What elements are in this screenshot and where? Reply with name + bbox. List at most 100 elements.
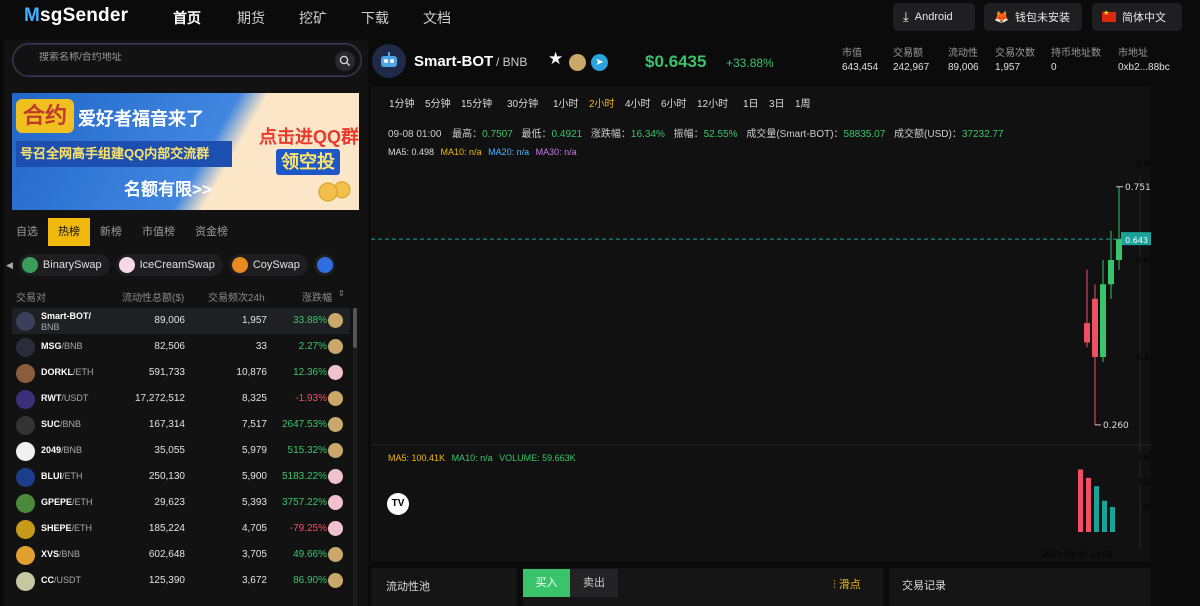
pair-base: RWT [41, 393, 62, 403]
banner-subline: 号召全网高手组建QQ内部交流群 [16, 141, 232, 167]
table-row[interactable]: Smart-BOT/BNB 89,006 1,957 33.88% [12, 308, 350, 334]
nav-mining[interactable]: 挖矿 [299, 8, 327, 28]
banner-limited: 名额有限>> [124, 180, 212, 199]
language-select[interactable]: 简体中文 [1092, 3, 1182, 31]
pair-quote: /BNB [59, 549, 81, 559]
token-icon [16, 390, 35, 409]
coyswap-icon [231, 257, 248, 273]
nav-download[interactable]: 下载 [361, 8, 389, 28]
nav-docs[interactable]: 文档 [423, 8, 451, 28]
pair-quote: /BNB [60, 419, 82, 429]
chip-icecreamswap[interactable]: IceCreamSwap [115, 254, 223, 276]
col-change[interactable]: 涨跌幅 [302, 289, 332, 304]
change-cell: -79.25% [289, 523, 327, 534]
volume-bar [1086, 477, 1091, 532]
trade-panel: 买入 卖出 ⫶ 滑点 [523, 568, 883, 606]
scrollbar-thumb[interactable] [353, 308, 357, 348]
search-input[interactable] [39, 52, 319, 63]
coins-icon [312, 181, 352, 203]
token-price: $0.6435 [645, 52, 707, 71]
pair-base: SUC [41, 419, 61, 429]
volume-bar [1102, 500, 1107, 532]
pair-base: BLUI [41, 471, 62, 481]
chain-icon [328, 313, 343, 328]
frequency-cell: 8,325 [241, 393, 267, 404]
banner-headline: 爱好者福音来了 [78, 109, 204, 129]
candlestick-chart[interactable]: 0.800 0.600 0.400 0.643 0.751 0.260 180K 120K 60… [371, 86, 1151, 562]
change-cell: 49.66% [293, 549, 327, 560]
chip-coyswap[interactable]: CoySwap [228, 254, 308, 276]
nav-home[interactable]: 首页 [173, 8, 201, 28]
search-box [12, 43, 362, 77]
chart-panel: 1分钟 5分钟 15分钟 30分钟 1小时 2小时 4小时 6小时 12小时 1日 3日 1周 09-… [371, 86, 1151, 562]
buy-tab[interactable]: 买入 [523, 569, 570, 597]
tab-funds[interactable]: 资金榜 [185, 218, 238, 246]
stat-value: 242,967 [893, 62, 930, 73]
promo-banner[interactable]: 合约 爱好者福音来了 号召全网高手组建QQ内部交流群 名额有限>> 点击进QQ群… [12, 93, 359, 210]
volume-tick-label: 180K [1138, 453, 1151, 462]
chain-icon [328, 495, 343, 510]
logo[interactable]: MsgSender [24, 5, 128, 27]
frequency-cell: 3,672 [241, 575, 267, 586]
tab-hot[interactable]: 热榜 [48, 218, 90, 246]
price-tick-label: 0.400 [1136, 353, 1151, 362]
table-row[interactable]: BLUI/ETH 250,130 5,900 5183.22% [12, 464, 350, 490]
table-row[interactable]: SUC/BNB 167,314 7,517 2647.53% [12, 412, 350, 438]
table-row[interactable]: SHEPE/ETH 185,224 4,705 -79.25% [12, 516, 350, 542]
liquidity-cell: 167,314 [148, 419, 185, 430]
sort-icon[interactable]: ⇕ [338, 289, 345, 298]
tab-favorites[interactable]: 自选 [6, 218, 48, 246]
frequency-cell: 5,900 [241, 471, 267, 482]
telegram-icon[interactable]: ➤ [591, 54, 608, 71]
search-icon[interactable] [335, 51, 355, 71]
low-label: 0.260 [1103, 421, 1129, 431]
trade-records-panel: 交易记录 [889, 568, 1151, 606]
frequency-cell: 1,957 [241, 315, 267, 326]
tab-new[interactable]: 新榜 [90, 218, 132, 246]
tradingview-logo[interactable]: TV [387, 493, 409, 515]
stat-label: 持币地址数 [1051, 48, 1101, 59]
change-cell: 3757.22% [281, 497, 327, 508]
chip-binaryswap[interactable]: BinarySwap [18, 254, 110, 276]
wallet-button[interactable]: 🦊 钱包未安装 [984, 3, 1082, 31]
sell-tab[interactable]: 卖出 [570, 569, 618, 597]
pair-base: CC [41, 575, 54, 585]
tab-market-cap[interactable]: 市值榜 [132, 218, 185, 246]
pair-quote: /ETH [62, 471, 83, 481]
change-cell: 2647.53% [281, 419, 327, 430]
volume-bar [1110, 507, 1115, 532]
token-name: Smart-BOT [414, 53, 494, 70]
liquidity-cell: 185,224 [148, 523, 185, 534]
table-row[interactable]: 2049/BNB 35,055 5,979 515.32% [12, 438, 350, 464]
slippage-button[interactable]: ⫶ 滑点 [833, 576, 861, 592]
liquidity-cell: 82,506 [154, 341, 185, 352]
top-header: MsgSender 首页 期货 挖矿 下载 文档 ⤓ Android 🦊 钱包未… [0, 0, 1200, 34]
table-row[interactable]: CC/USDT 125,390 3,672 86.90% [12, 568, 350, 594]
pair-quote: /USDT [54, 575, 81, 585]
pair-base: 2049 [41, 445, 62, 455]
token-icon [16, 546, 35, 565]
liquidity-cell: 35,055 [154, 445, 185, 456]
stat-value: 0 [1051, 62, 1057, 73]
candle-body [1100, 284, 1106, 357]
table-row[interactable]: DORKL/ETH 591,733 10,876 12.36% [12, 360, 350, 386]
table-row[interactable]: RWT/USDT 17,272,512 8,325 -1.93% [12, 386, 350, 412]
change-cell: 5183.22% [281, 471, 327, 482]
pair-name: Smart-BOT/BNB [41, 311, 117, 332]
pair-name: RWT/USDT [41, 393, 117, 404]
chain-icon [328, 443, 343, 458]
chain-icon [328, 365, 343, 380]
pair-name: MSG/BNB [41, 341, 117, 352]
nav-futures[interactable]: 期货 [237, 8, 265, 28]
scrollbar-track[interactable] [353, 308, 357, 606]
liquidity-cell: 250,130 [148, 471, 185, 482]
chip-more[interactable] [313, 254, 335, 276]
favorite-star-icon[interactable]: ★ [548, 49, 563, 69]
table-row[interactable]: GPEPE/ETH 29,623 5,393 3757.22% [12, 490, 350, 516]
scroll-left-icon[interactable]: ◀ [6, 260, 13, 271]
pair-name: DORKL/ETH [41, 367, 117, 378]
table-row[interactable]: XVS/BNB 602,648 3,705 49.66% [12, 542, 350, 568]
chain-icon [328, 417, 343, 432]
table-row[interactable]: MSG/BNB 82,506 33 2.27% [12, 334, 350, 360]
android-download-button[interactable]: ⤓ Android [893, 3, 975, 31]
